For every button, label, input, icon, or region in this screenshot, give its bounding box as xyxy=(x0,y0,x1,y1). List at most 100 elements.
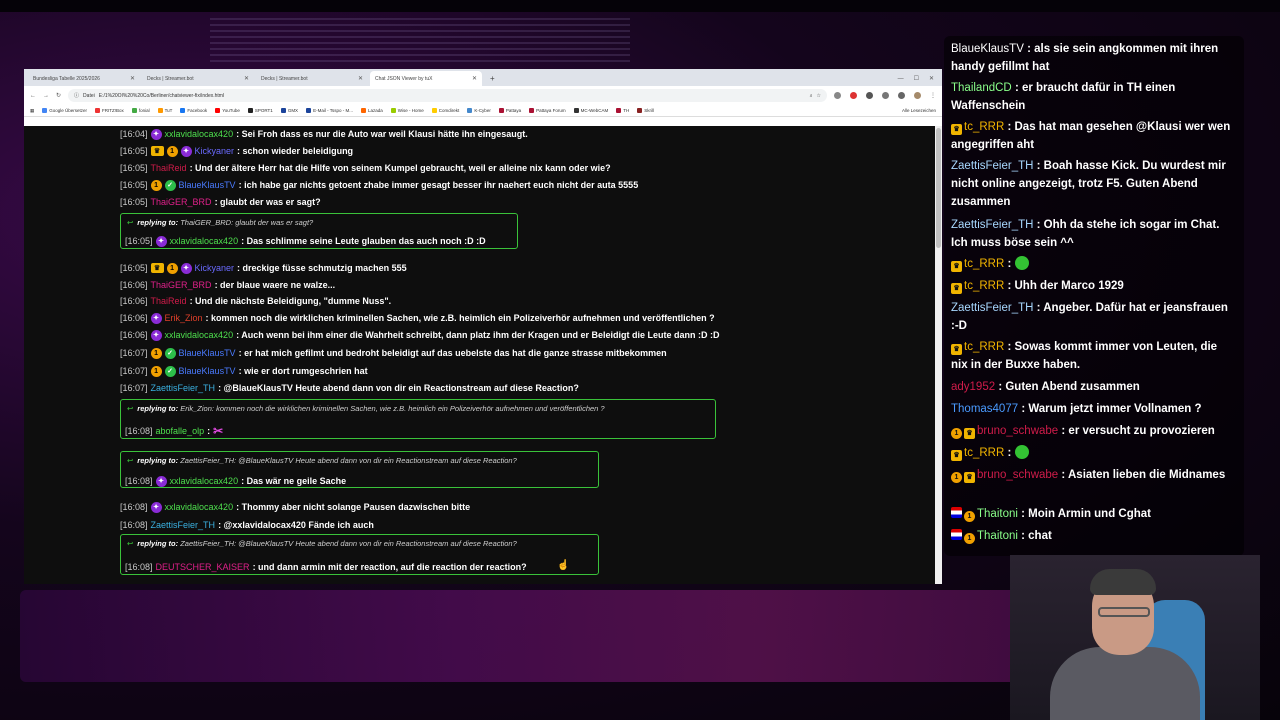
overlay-username: ThailandCD xyxy=(951,82,1012,94)
bookmark-item[interactable]: YouTube xyxy=(215,108,240,114)
username[interactable]: BlaueKlausTV xyxy=(179,366,236,376)
username[interactable]: BlaueKlausTV xyxy=(179,180,236,190)
bookmark-item[interactable]: Pattaya Forum xyxy=(529,108,566,114)
chat-message: [16:05] ✦ xxlavidalocax420: Das schlimme s… xyxy=(125,235,486,247)
username[interactable]: xxlavidalocax420 xyxy=(170,476,239,486)
timestamp: [16:06] xyxy=(120,330,148,340)
username[interactable]: ZaettisFeier_TH xyxy=(151,520,216,530)
zoom-icon[interactable]: ⌕ xyxy=(810,93,813,99)
reload-icon[interactable]: ↻ xyxy=(56,92,61,99)
profile-avatar[interactable] xyxy=(914,92,921,99)
username[interactable]: xxlavidalocax420 xyxy=(165,330,234,340)
overlay-username: tc_RRR xyxy=(964,121,1005,133)
username[interactable]: xxlavidalocax420 xyxy=(165,129,234,139)
bookmark-item[interactable]: Facebook xyxy=(180,108,207,114)
username[interactable]: Kickyaner xyxy=(195,146,235,156)
bookmark-item[interactable]: Skrill xyxy=(637,108,654,114)
bookmark-item[interactable]: Pattaya xyxy=(498,108,521,114)
close-icon[interactable]: ✕ xyxy=(130,75,135,82)
crown-badge-icon: ♛ xyxy=(951,283,962,294)
extension-icon[interactable] xyxy=(882,92,889,99)
verified-badge-icon: ✓ xyxy=(164,365,176,377)
bookmark-item[interactable]: FRITZ!Box xyxy=(95,108,124,114)
overlay-chat-message: ThailandCD : er braucht dafür in TH eine… xyxy=(951,79,1231,115)
username[interactable]: BlaueKlausTV xyxy=(179,348,236,358)
page-scrollbar[interactable] xyxy=(935,126,942,584)
bookmark-item[interactable]: K-Cyber xyxy=(467,108,491,114)
crown-badge-icon: ♛ xyxy=(951,344,962,355)
browser-tab[interactable]: Bundesliga Tabelle 2025/2026 ✕ xyxy=(28,71,140,86)
crown-badge-icon: ♛ xyxy=(951,261,962,272)
extension-icon[interactable] xyxy=(834,92,841,99)
close-window-icon[interactable]: ✕ xyxy=(929,75,934,82)
chat-message: [16:06] ThaiGER_BRD: der blaue waere ne w… xyxy=(120,279,335,291)
tab-label: Chat JSON Viewer by tuX xyxy=(375,75,433,82)
username[interactable]: ThaiGER_BRD xyxy=(151,197,212,207)
minimize-icon[interactable]: — xyxy=(898,76,904,82)
bookmark-item[interactable]: TuT xyxy=(157,108,172,114)
bookmark-item[interactable]: Wise - Home xyxy=(390,108,424,114)
username[interactable]: Erik_Zion xyxy=(165,313,203,323)
username[interactable]: ZaettisFeier_TH xyxy=(151,383,216,393)
extension-icon[interactable] xyxy=(850,92,857,99)
forward-icon[interactable]: → xyxy=(43,93,49,99)
bookmark-item[interactable]: Lazada xyxy=(361,108,383,114)
username[interactable]: Kickyaner xyxy=(195,263,235,273)
reply-reference: ↩ replying to: ThaiGER_BRD: glaubt der wa… xyxy=(127,218,313,227)
username[interactable]: DEUTSCHER_KAISER xyxy=(156,562,250,572)
username[interactable]: ThaiReid xyxy=(151,296,187,306)
apps-icon[interactable]: ▦ xyxy=(30,108,34,114)
star-icon[interactable]: ☆ xyxy=(817,93,821,99)
bookmark-item[interactable]: MC-WebCAM xyxy=(573,108,608,114)
message-text: : Sei Froh dass es nur die Auto war weil… xyxy=(236,129,528,139)
subscriber-badge-icon: 1 xyxy=(964,511,975,522)
overlay-chat-message: ZaettisFeier_TH : Ohh da stehe ich sogar… xyxy=(951,216,1231,252)
browser-tab[interactable]: Decks | Streamer.bot ✕ xyxy=(142,71,254,86)
reply-label: replying to: xyxy=(137,539,179,548)
extension-icon[interactable] xyxy=(866,92,873,99)
timestamp: [16:07] xyxy=(120,383,148,393)
bookmark-item[interactable]: SPORT1 xyxy=(247,108,273,114)
timestamp: [16:08] xyxy=(120,502,148,512)
bookmark-item[interactable]: Alle Lesezeichen xyxy=(902,108,936,113)
bookmark-item[interactable]: TH xyxy=(616,108,629,114)
bookmark-item[interactable]: GMX xyxy=(280,108,298,114)
chat-message: [16:08] ✦ xxlavidalocax420: Thommy aber ni… xyxy=(120,501,470,513)
extension-icons: ⋮ xyxy=(834,92,936,99)
browser-tab[interactable]: Decks | Streamer.bot ✕ xyxy=(256,71,368,86)
kick-badge-icon: ✦ xyxy=(150,329,162,341)
username[interactable]: ThaiReid xyxy=(151,163,187,173)
timestamp: [16:08] xyxy=(125,562,153,572)
bookmark-item[interactable]: E-Mail - Tsspo - M... xyxy=(306,108,353,114)
username[interactable]: xxlavidalocax420 xyxy=(170,236,239,246)
scrollbar-thumb[interactable] xyxy=(936,128,941,248)
chat-message: [16:08] ZaettisFeier_TH: @xxlavidalocax42… xyxy=(120,519,374,531)
overlay-username: BlaueKlausTV xyxy=(951,43,1024,55)
new-tab-button[interactable]: + xyxy=(484,71,501,86)
menu-icon[interactable]: ⋮ xyxy=(930,92,936,99)
maximize-icon[interactable]: ☐ xyxy=(914,75,919,82)
address-bar[interactable]: ⓘ Datei E:/1%20OI%20%20Co/Berliner/chatv… xyxy=(68,89,827,102)
username[interactable]: ThaiGER_BRD xyxy=(151,280,212,290)
thai-flag-icon xyxy=(951,507,962,518)
back-icon[interactable]: ← xyxy=(30,93,36,99)
close-icon[interactable]: ✕ xyxy=(358,75,363,82)
bookmark-item[interactable]: Google Übersetzer xyxy=(42,108,87,114)
extension-icon[interactable] xyxy=(898,92,905,99)
browser-tab-active[interactable]: Chat JSON Viewer by tuX ✕ xyxy=(370,71,482,86)
verified-badge-icon: ✓ xyxy=(164,347,176,359)
close-icon[interactable]: ✕ xyxy=(244,75,249,82)
username[interactable]: xxlavidalocax420 xyxy=(165,502,234,512)
close-icon[interactable]: ✕ xyxy=(472,75,477,82)
timestamp: [16:05] xyxy=(120,263,148,273)
chat-message: [16:08] ✦ xxlavidalocax420: Das wär ne gei… xyxy=(125,475,346,487)
reply-text: ThaiGER_BRD: glaubt der was er sagt? xyxy=(178,218,314,227)
bookmark-item[interactable]: Comdirekt xyxy=(431,108,459,114)
overlay-username: bruno_schwabe xyxy=(977,469,1059,481)
overlay-chat-message: ♛ tc_RRR : xyxy=(951,255,1231,273)
timestamp: [16:07] xyxy=(120,348,148,358)
username[interactable]: abofalle_olp xyxy=(156,426,205,436)
bookmark-item[interactable]: fonial xyxy=(131,108,150,114)
kick-badge-icon: ✦ xyxy=(155,475,167,487)
message-text: : xyxy=(207,426,211,436)
